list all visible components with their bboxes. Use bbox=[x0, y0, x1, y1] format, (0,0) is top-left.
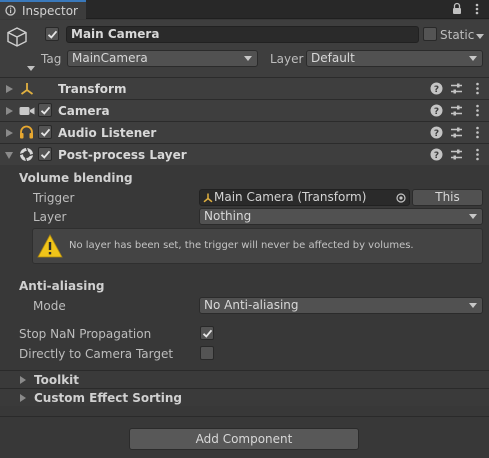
add-component-button[interactable]: Add Component bbox=[129, 428, 359, 450]
mode-label: Mode bbox=[33, 299, 66, 313]
gameobject-cube-icon[interactable] bbox=[6, 26, 28, 48]
preset-icon[interactable] bbox=[450, 82, 463, 95]
help-icon[interactable]: ? bbox=[430, 82, 443, 95]
volume-blending-heading: Volume blending bbox=[19, 171, 133, 185]
more-options-icon[interactable] bbox=[471, 148, 484, 161]
svg-text:?: ? bbox=[434, 107, 439, 117]
foldout-down-icon[interactable] bbox=[5, 152, 13, 159]
component-title: Camera bbox=[58, 104, 110, 118]
transform-icon bbox=[20, 83, 34, 95]
checkmark-icon bbox=[40, 106, 51, 115]
more-options-icon[interactable] bbox=[471, 2, 483, 16]
help-icon[interactable]: ? bbox=[430, 104, 443, 117]
foldout-right-icon[interactable] bbox=[6, 85, 13, 93]
help-icon[interactable]: ? bbox=[430, 126, 443, 139]
divider bbox=[0, 416, 489, 417]
antialiasing-heading: Anti-aliasing bbox=[19, 279, 105, 293]
lock-icon[interactable] bbox=[452, 2, 462, 15]
tag-label: Tag bbox=[41, 52, 62, 66]
component-enabled-checkbox[interactable] bbox=[38, 147, 52, 161]
component-transform[interactable]: Transform ? bbox=[0, 77, 489, 99]
post-process-icon bbox=[19, 147, 34, 162]
more-options-icon[interactable] bbox=[471, 82, 484, 95]
layer-mask-dropdown[interactable]: Nothing bbox=[199, 208, 483, 225]
custom-effect-sorting-foldout[interactable]: Custom Effect Sorting bbox=[0, 388, 489, 406]
object-picker-icon[interactable] bbox=[396, 193, 406, 203]
help-icon[interactable]: ? bbox=[430, 148, 443, 161]
component-enabled-checkbox[interactable] bbox=[38, 125, 52, 139]
component-title: Transform bbox=[58, 82, 127, 96]
warning-icon bbox=[37, 234, 63, 258]
component-title: Audio Listener bbox=[58, 126, 157, 140]
foldout-right-icon[interactable] bbox=[20, 394, 26, 402]
active-checkbox[interactable] bbox=[45, 27, 59, 41]
svg-text:?: ? bbox=[434, 151, 439, 161]
warning-text: No layer has been set, the trigger will … bbox=[69, 240, 414, 251]
gameobject-name-field[interactable]: Main Camera bbox=[66, 26, 419, 43]
audio-listener-icon bbox=[20, 125, 33, 139]
camera-icon bbox=[19, 107, 35, 115]
tag-dropdown[interactable]: MainCamera bbox=[67, 50, 258, 67]
more-options-icon[interactable] bbox=[471, 126, 484, 139]
stop-nan-checkbox[interactable] bbox=[200, 326, 214, 340]
antialiasing-mode-value: No Anti-aliasing bbox=[204, 298, 299, 312]
foldout-right-icon[interactable] bbox=[6, 107, 13, 115]
foldout-right-icon[interactable] bbox=[20, 376, 26, 384]
checkmark-icon bbox=[202, 329, 213, 338]
layer-label: Layer bbox=[33, 210, 67, 224]
direct-to-camera-checkbox[interactable] bbox=[200, 346, 214, 360]
static-checkbox[interactable] bbox=[423, 27, 437, 41]
component-camera[interactable]: Camera ? bbox=[0, 99, 489, 121]
toolkit-foldout[interactable]: Toolkit bbox=[0, 370, 489, 388]
preset-icon[interactable] bbox=[450, 148, 463, 161]
component-enabled-checkbox[interactable] bbox=[38, 103, 52, 117]
tab-inspector[interactable]: Inspector bbox=[0, 0, 86, 19]
foldout-right-icon[interactable] bbox=[6, 129, 13, 137]
component-title: Post-process Layer bbox=[58, 148, 187, 162]
gameobject-header: Main Camera Static Tag MainCamera Layer … bbox=[0, 20, 489, 78]
component-audio-listener[interactable]: Audio Listener ? bbox=[0, 121, 489, 143]
this-button[interactable]: This bbox=[412, 189, 483, 206]
toolkit-label: Toolkit bbox=[34, 373, 80, 387]
trigger-value: Main Camera (Transform) bbox=[214, 190, 367, 204]
preset-icon[interactable] bbox=[450, 104, 463, 117]
checkmark-icon bbox=[47, 30, 58, 39]
tag-value: MainCamera bbox=[72, 51, 148, 65]
warning-help-box: No layer has been set, the trigger will … bbox=[32, 228, 483, 264]
tab-label: Inspector bbox=[22, 4, 78, 18]
antialiasing-mode-dropdown[interactable]: No Anti-aliasing bbox=[199, 297, 483, 314]
chevron-down-icon bbox=[469, 214, 477, 219]
chevron-down-icon bbox=[469, 303, 477, 308]
layer-value: Default bbox=[311, 51, 355, 65]
static-label: Static bbox=[440, 28, 475, 42]
chevron-down-icon bbox=[469, 56, 477, 61]
trigger-label: Trigger bbox=[33, 191, 75, 205]
svg-text:?: ? bbox=[434, 85, 439, 95]
svg-text:?: ? bbox=[434, 129, 439, 139]
checkmark-icon bbox=[40, 150, 51, 159]
custom-effect-sorting-label: Custom Effect Sorting bbox=[34, 391, 183, 405]
checkmark-icon bbox=[40, 128, 51, 137]
layer-mask-value: Nothing bbox=[204, 209, 252, 223]
direct-to-camera-label: Directly to Camera Target bbox=[19, 347, 174, 361]
info-icon bbox=[5, 5, 16, 16]
tab-bar: Inspector bbox=[0, 0, 489, 19]
layer-label: Layer bbox=[270, 52, 304, 66]
trigger-object-field[interactable]: Main Camera (Transform) bbox=[199, 189, 410, 206]
component-post-process-layer[interactable]: Post-process Layer ? bbox=[0, 143, 489, 165]
preset-icon[interactable] bbox=[450, 126, 463, 139]
stop-nan-label: Stop NaN Propagation bbox=[19, 327, 152, 341]
chevron-down-icon[interactable] bbox=[27, 66, 35, 72]
more-options-icon[interactable] bbox=[471, 104, 484, 117]
transform-icon bbox=[203, 193, 213, 203]
layer-dropdown[interactable]: Default bbox=[306, 50, 483, 67]
static-dropdown-arrow-icon[interactable] bbox=[476, 34, 484, 39]
chevron-down-icon bbox=[244, 56, 252, 61]
